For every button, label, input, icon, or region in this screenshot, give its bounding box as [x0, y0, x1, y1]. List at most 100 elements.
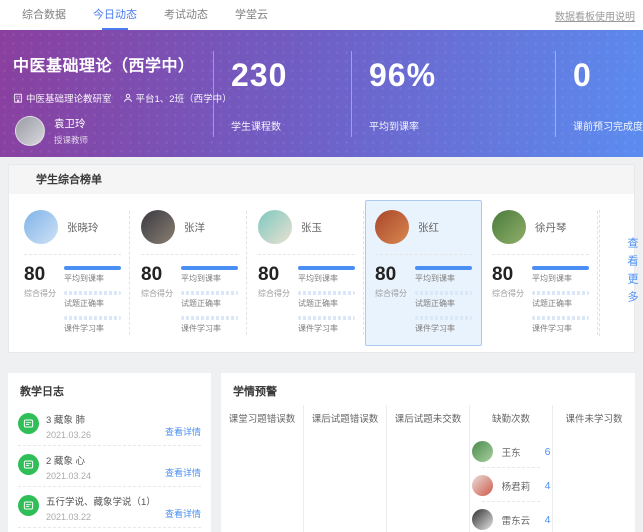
- courseware-bar: [298, 316, 355, 320]
- metric-courseware: 课件学习率: [532, 316, 589, 334]
- stat-label: 学生课程数: [231, 122, 281, 133]
- col-absence-count: 缺勤次数 王东 6 杨君莉 4 雷东云 4: [470, 405, 553, 532]
- student-avatar: [258, 210, 292, 244]
- correct-rate-bar: [415, 291, 472, 295]
- courseware-bar: [532, 316, 589, 320]
- nav-tab[interactable]: 考试动态: [164, 0, 208, 30]
- absence-row[interactable]: 杨君莉 4: [470, 468, 552, 502]
- course-info: 中医基础理论（西学中） 中医基础理论教研室 平台1、2班（西学中）: [13, 52, 232, 105]
- nav-tab[interactable]: 学堂云: [235, 0, 268, 30]
- student-card[interactable]: 张晓玲 80 综合得分 平均到课率 试题正确率 课件学习率: [14, 200, 131, 346]
- metric-label: 试题正确率: [181, 299, 221, 308]
- teacher-block: 袁卫玲 授课教师: [15, 116, 88, 146]
- dashboard-help-link[interactable]: 数据看板使用说明: [555, 8, 635, 23]
- metric-correct-rate: 试题正确率: [64, 291, 121, 309]
- building-icon: [13, 93, 23, 103]
- metric-correct-rate: 试题正确率: [415, 291, 472, 309]
- metric-attendance: 平均到课率: [64, 266, 121, 284]
- view-details-link[interactable]: 查看详情: [165, 466, 201, 481]
- student-score: 80: [258, 264, 280, 285]
- view-details-link[interactable]: 查看详情: [165, 425, 201, 440]
- course-meta: 中医基础理论教研室 平台1、2班（西学中）: [13, 91, 232, 105]
- metric-courseware: 课件学习率: [298, 316, 355, 334]
- student-score: 80: [492, 264, 514, 285]
- view-more-link[interactable]: 查看更多: [624, 237, 640, 309]
- nav-tab[interactable]: 综合数据: [22, 0, 66, 30]
- view-more-rail: 查看更多: [599, 210, 643, 336]
- attendance-bar: [298, 266, 355, 270]
- courseware-bar: [415, 316, 472, 320]
- metric-correct-rate: 试题正确率: [298, 291, 355, 309]
- student-metrics: 平均到课率 试题正确率 课件学习率: [298, 264, 355, 341]
- score-label: 综合得分: [258, 289, 290, 298]
- absence-list: 王东 6 杨君莉 4 雷东云 4: [470, 434, 552, 532]
- absence-student-name: 雷东云: [501, 515, 531, 527]
- student-card-top: 张红: [375, 210, 472, 255]
- metric-attendance: 平均到课率: [532, 266, 589, 284]
- journal-item-title: 五行学说、藏象学说（1）: [46, 497, 156, 508]
- stat-value: 96%: [369, 57, 437, 93]
- metric-courseware: 课件学习率: [64, 316, 121, 334]
- journal-item: 绪论 中医学理论体系的主要特点 2021.03.21 查看详情: [8, 528, 211, 532]
- warning-columns: 课堂习题错误数 课后试题错误数 课后试题未交数 缺勤次数 王东 6 杨君莉 4 …: [221, 405, 635, 532]
- nav-tab[interactable]: 今日动态: [93, 0, 137, 30]
- journal-item-date: 2021.03.22: [46, 512, 92, 522]
- absence-student-avatar: [471, 509, 493, 530]
- department: 中医基础理论教研室: [13, 91, 112, 105]
- student-card-bottom: 80 综合得分 平均到课率 试题正确率 课件学习率: [24, 255, 121, 341]
- journal-note-icon: [18, 495, 39, 516]
- metric-correct-rate: 试题正确率: [532, 291, 589, 309]
- score-label: 综合得分: [375, 289, 407, 298]
- courseware-bar: [181, 316, 238, 320]
- courseware-bar: [64, 316, 121, 320]
- student-ranking-section: 学生综合榜单 张晓玲 80 综合得分 平均到课率 试题正确率 课件学习率 张洋 …: [8, 164, 638, 353]
- bottom-row: 教学日志 3 藏象 肺 2021.03.26 查看详情 2 藏象 心 2021.…: [8, 373, 635, 532]
- teacher-avatar: [15, 116, 45, 146]
- metric-label: 试题正确率: [415, 299, 455, 308]
- correct-rate-bar: [532, 291, 589, 295]
- journal-item-date: 2021.03.26: [46, 430, 92, 440]
- student-card-top: 徐丹琴: [492, 210, 589, 255]
- student-avatar: [24, 210, 58, 244]
- absence-row[interactable]: 王东 6: [470, 434, 552, 468]
- journal-item-title: 3 藏象 肺: [46, 415, 86, 426]
- stat-value: 0: [573, 57, 592, 93]
- absence-student-avatar: [471, 475, 493, 496]
- student-card[interactable]: 张红 80 综合得分 平均到课率 试题正确率 课件学习率: [365, 200, 482, 346]
- student-card-top: 张玉: [258, 210, 355, 255]
- column-title: 课后试题错误数: [311, 414, 379, 425]
- column-title: 缺勤次数: [491, 414, 530, 425]
- teacher-name: 袁卫玲: [54, 118, 86, 130]
- stat-label: 课前预习完成度: [573, 122, 643, 133]
- course-banner: 中医基础理论（西学中） 中医基础理论教研室 平台1、2班（西学中） 袁卫玲 授课…: [0, 30, 643, 157]
- absence-row[interactable]: 雷东云 4: [470, 502, 552, 532]
- absence-count: 4: [544, 513, 551, 526]
- ranking-section-title: 学生综合榜单: [9, 165, 634, 194]
- journal-list: 3 藏象 肺 2021.03.26 查看详情 2 藏象 心 2021.03.24…: [8, 405, 211, 532]
- metric-label: 平均到课率: [64, 274, 104, 283]
- metric-courseware: 课件学习率: [181, 316, 238, 334]
- view-details-link[interactable]: 查看详情: [165, 507, 201, 522]
- metric-attendance: 平均到课率: [415, 266, 472, 284]
- column-title: 课堂习题错误数: [228, 414, 296, 425]
- student-card[interactable]: 张玉 80 综合得分 平均到课率 试题正确率 课件学习率: [248, 200, 365, 346]
- col-courseware-not-studied: 课件未学习数: [553, 405, 635, 532]
- col-homework-errors: 课后试题错误数: [304, 405, 387, 532]
- journal-item: 2 藏象 心 2021.03.24 查看详情: [8, 446, 211, 487]
- absence-student-name: 杨君莉: [501, 481, 531, 493]
- absence-count: 6: [544, 445, 551, 458]
- student-card[interactable]: 张洋 80 综合得分 平均到课率 试题正确率 课件学习率: [131, 200, 248, 346]
- metric-label: 平均到课率: [298, 274, 338, 283]
- metric-label: 试题正确率: [64, 299, 104, 308]
- student-name: 张晓玲: [67, 221, 99, 234]
- metric-label: 试题正确率: [532, 299, 572, 308]
- absence-student-name: 王东: [501, 447, 521, 459]
- correct-rate-bar: [181, 291, 238, 295]
- stat-block: 96% 平均到课率: [351, 51, 555, 137]
- banner-stats: 230 学生课程数 96% 平均到课率 0 课前预习完成度: [213, 51, 643, 137]
- student-avatar: [375, 210, 409, 244]
- student-card-bottom: 80 综合得分 平均到课率 试题正确率 课件学习率: [141, 255, 238, 341]
- student-avatar: [492, 210, 526, 244]
- score-label: 综合得分: [492, 289, 524, 298]
- student-card[interactable]: 徐丹琴 80 综合得分 平均到课率 试题正确率 课件学习率: [482, 200, 599, 346]
